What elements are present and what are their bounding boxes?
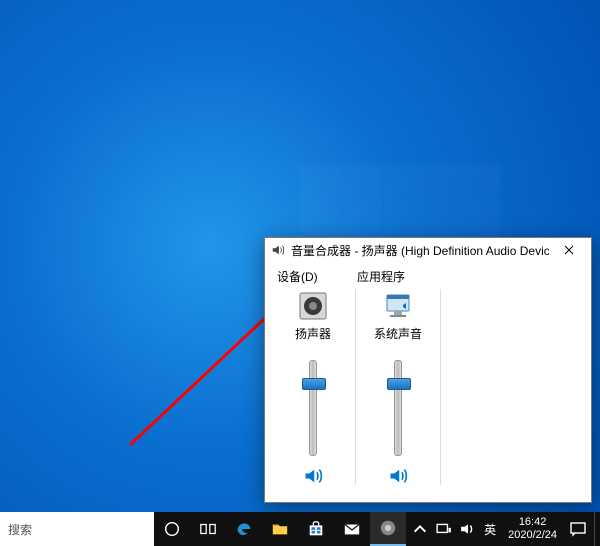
column-divider [355, 289, 356, 485]
clock-time: 16:42 [519, 516, 547, 529]
search-placeholder: 搜索 [8, 521, 32, 538]
search-box[interactable]: 搜索 [0, 512, 154, 546]
action-center-button[interactable] [563, 512, 594, 546]
app-mute-button[interactable] [388, 466, 408, 486]
ime-indicator[interactable]: 英 [484, 521, 496, 538]
clock-date: 2020/2/24 [508, 529, 557, 542]
close-button[interactable] [549, 238, 589, 262]
app-label: 系统声音 [374, 325, 422, 342]
device-label: 扬声器 [295, 325, 331, 342]
taskbar: 搜索 [0, 512, 600, 546]
column-divider [440, 289, 441, 485]
edge-button[interactable] [226, 512, 262, 546]
task-view-button[interactable] [190, 512, 226, 546]
mixer-content: 扬声器 [265, 289, 591, 491]
chrome-button[interactable] [370, 512, 406, 546]
show-desktop-button[interactable] [594, 512, 600, 546]
file-explorer-button[interactable] [262, 512, 298, 546]
window-title: 音量合成器 - 扬声器 (High Definition Audio Devic… [291, 242, 549, 259]
speaker-device-icon[interactable] [296, 291, 330, 321]
device-mute-button[interactable] [303, 466, 323, 486]
speaker-icon [271, 243, 285, 257]
store-button[interactable] [298, 512, 334, 546]
device-header: 设备(D) [277, 268, 357, 285]
network-icon[interactable] [436, 521, 452, 537]
app-column-system-sounds: 系统声音 [362, 289, 434, 485]
device-volume-slider[interactable] [299, 360, 327, 454]
app-volume-slider[interactable] [384, 360, 412, 454]
cortana-button[interactable] [154, 512, 190, 546]
system-sounds-icon[interactable] [381, 291, 415, 321]
section-headers: 设备(D) 应用程序 [265, 262, 591, 289]
titlebar[interactable]: 音量合成器 - 扬声器 (High Definition Audio Devic… [265, 238, 591, 262]
desktop: 音量合成器 - 扬声器 (High Definition Audio Devic… [0, 0, 600, 546]
tray-chevron-up-icon[interactable] [412, 521, 428, 537]
apps-header: 应用程序 [357, 268, 405, 285]
mail-button[interactable] [334, 512, 370, 546]
device-column: 扬声器 [277, 289, 349, 485]
clock[interactable]: 16:42 2020/2/24 [502, 512, 563, 546]
system-tray: 英 [406, 512, 502, 546]
volume-icon[interactable] [460, 521, 476, 537]
volume-mixer-window: 音量合成器 - 扬声器 (High Definition Audio Devic… [264, 237, 592, 503]
